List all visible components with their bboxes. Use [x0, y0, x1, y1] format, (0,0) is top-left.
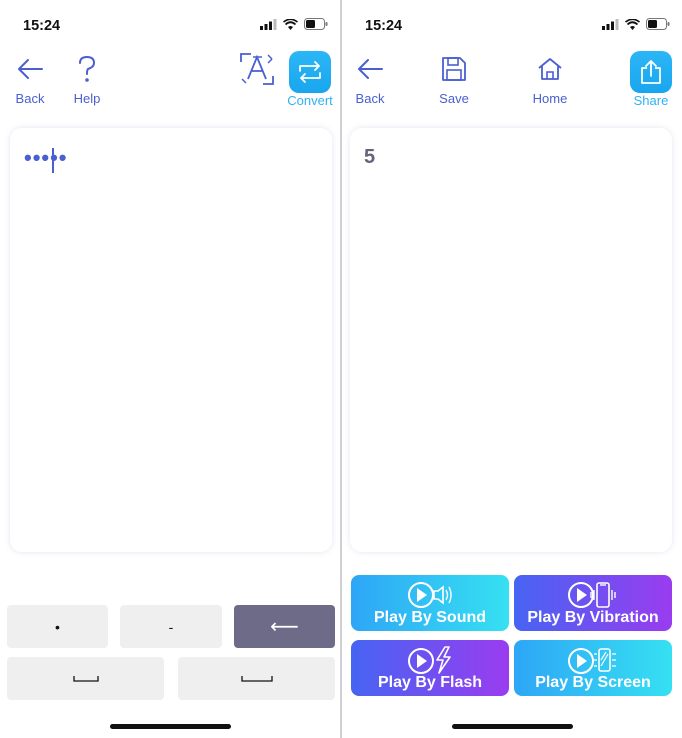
convert-label: Convert [287, 93, 333, 108]
signal-icon [260, 18, 277, 30]
wifi-icon [625, 18, 640, 30]
word-space-key[interactable] [178, 657, 335, 700]
flash-icon [408, 646, 451, 674]
play-by-sound-label: Play By Sound [373, 609, 487, 626]
convert-icon [299, 61, 321, 83]
morse-input-area[interactable]: ••••• [10, 128, 332, 552]
status-time: 15:24 [23, 18, 61, 34]
translate-icon [240, 53, 274, 85]
share-icon [641, 60, 661, 84]
sound-icon [408, 582, 452, 608]
translate-button[interactable] [227, 52, 287, 86]
help-button[interactable]: Help [57, 52, 117, 106]
back-button[interactable]: Back [0, 52, 60, 106]
screen-icon [568, 648, 616, 674]
play-by-screen-label: Play By Screen [535, 674, 651, 691]
back-label: Back [15, 91, 45, 106]
save-label: Save [439, 91, 469, 106]
home-indicator [110, 724, 231, 729]
back-button[interactable]: Back [342, 52, 400, 106]
back-arrow-icon [18, 59, 43, 79]
wifi-icon [283, 18, 298, 30]
save-icon [442, 57, 466, 81]
help-icon [79, 55, 96, 82]
status-bar: 15:24 [0, 0, 340, 50]
status-time: 15:24 [365, 18, 403, 34]
dash-key[interactable]: - [120, 605, 222, 648]
morse-input-text: ••••• [24, 145, 68, 170]
convert-button[interactable]: Convert [280, 51, 340, 108]
back-label: Back [355, 91, 385, 106]
play-by-sound-button[interactable]: Play By Sound [351, 575, 509, 631]
status-icons [260, 18, 328, 30]
home-button[interactable]: Home [520, 52, 580, 106]
status-icons [602, 18, 670, 30]
battery-icon [304, 18, 328, 30]
result-text: 5 [364, 146, 376, 168]
status-bar: 15:24 [342, 0, 682, 50]
back-arrow-icon [358, 59, 383, 79]
share-button[interactable]: Share [621, 51, 681, 108]
result-output-area: 5 [350, 128, 672, 552]
play-by-vibration-button[interactable]: Play By Vibration [514, 575, 672, 631]
battery-icon [646, 18, 670, 30]
space-icon [72, 675, 99, 682]
morse-result-screen: 15:24 Back Save Home Share 5 Play By Sou… [342, 0, 682, 738]
home-label: Home [532, 91, 568, 106]
play-by-flash-button[interactable]: Play By Flash [351, 640, 509, 696]
home-icon [538, 58, 562, 80]
play-by-vibration-label: Play By Vibration [527, 609, 659, 626]
vibration-icon [568, 582, 616, 608]
home-indicator [452, 724, 573, 729]
save-button[interactable]: Save [424, 52, 484, 106]
signal-icon [602, 18, 619, 30]
letter-space-key[interactable] [7, 657, 164, 700]
text-cursor [52, 148, 54, 173]
play-by-screen-button[interactable]: Play By Screen [514, 640, 672, 696]
wide-space-icon [240, 675, 273, 682]
morse-input-screen: 15:24 Back Help Convert ••••• • - ⟵ [0, 0, 340, 738]
help-label: Help [73, 91, 101, 106]
play-by-flash-label: Play By Flash [377, 674, 483, 691]
dot-key[interactable]: • [7, 605, 108, 648]
share-label: Share [633, 93, 669, 108]
backspace-key[interactable]: ⟵ [234, 605, 335, 648]
